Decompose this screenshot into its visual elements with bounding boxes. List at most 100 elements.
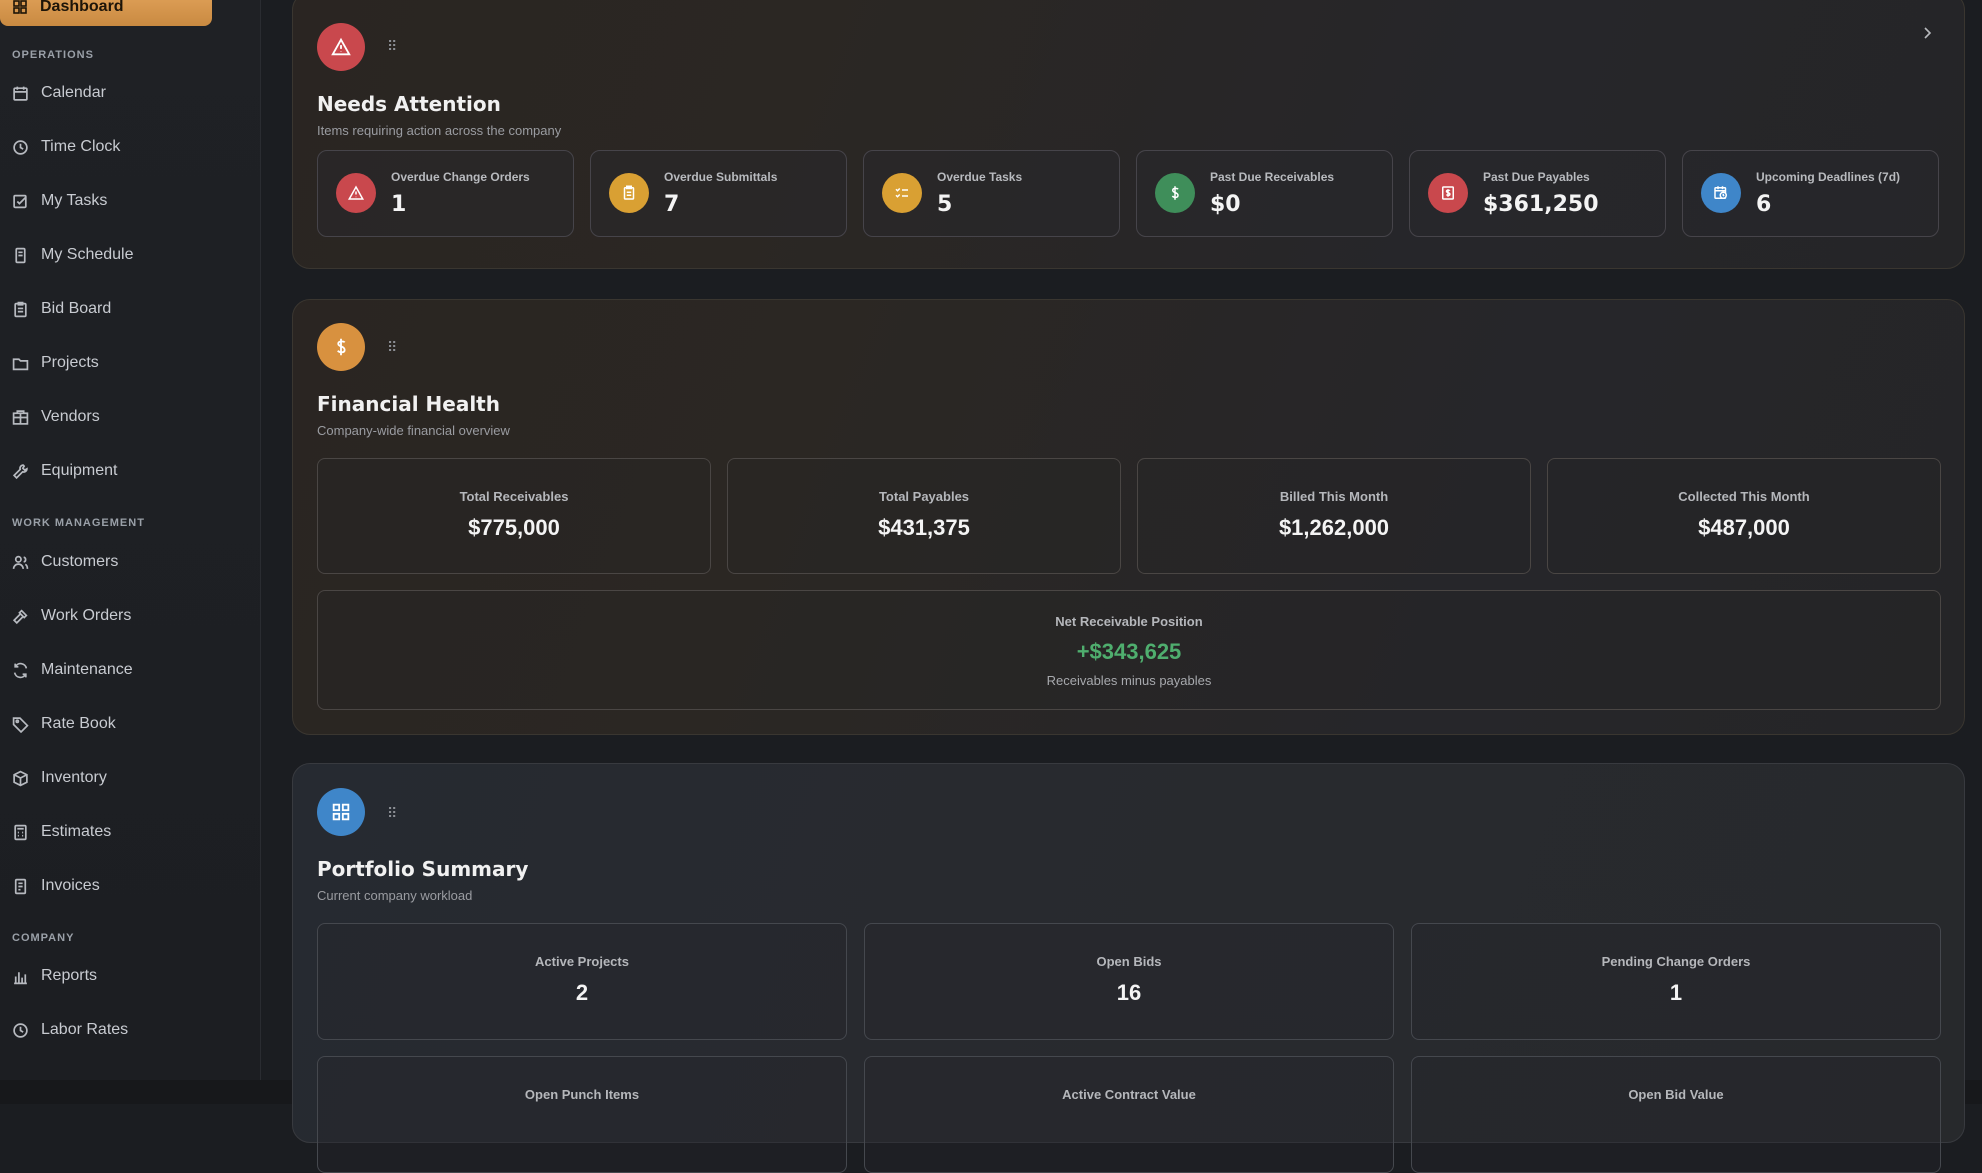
panel-title: Needs Attention xyxy=(317,92,501,116)
sidebar-item-label: Rate Book xyxy=(41,715,116,732)
card-label: Overdue Tasks xyxy=(937,170,1023,184)
card-label: Active Projects xyxy=(535,954,629,969)
upcoming-deadlines-card[interactable]: Upcoming Deadlines (7d) 6 xyxy=(1682,150,1939,237)
card-label: Past Due Receivables xyxy=(1210,170,1335,184)
sidebar-item-dashboard[interactable]: Dashboard xyxy=(0,0,212,26)
sidebar-item-my-tasks[interactable]: My Tasks xyxy=(12,190,107,212)
drag-handle-icon[interactable]: ⠿ xyxy=(387,340,397,354)
sidebar-item-inventory[interactable]: Inventory xyxy=(12,767,107,789)
past-due-payables-card[interactable]: Past Due Payables $361,250 xyxy=(1409,150,1666,237)
sidebar-item-label: Labor Rates xyxy=(41,1021,129,1038)
sidebar-item-label: Calendar xyxy=(41,84,106,101)
box-icon xyxy=(13,770,28,786)
card-value: $0 xyxy=(1210,192,1241,217)
section-label-company: COMPANY xyxy=(12,932,75,944)
pending-change-orders-card[interactable]: Pending Change Orders 1 xyxy=(1411,923,1941,1040)
sidebar-item-projects[interactable]: Projects xyxy=(12,352,99,374)
active-projects-card[interactable]: Active Projects 2 xyxy=(317,923,847,1040)
sidebar-item-vendors[interactable]: Vendors xyxy=(12,406,100,428)
sidebar-item-label: Bid Board xyxy=(41,300,112,317)
sidebar-item-my-schedule[interactable]: My Schedule xyxy=(12,244,134,266)
sidebar-item-label: Work Orders xyxy=(41,607,132,624)
warning-icon xyxy=(317,23,365,71)
card-label: Open Bids xyxy=(1096,954,1162,969)
active-contract-value-card[interactable]: Active Contract Value xyxy=(864,1056,1394,1173)
warning-icon xyxy=(336,173,376,213)
sidebar-item-label: Reports xyxy=(41,967,98,984)
sidebar-item-invoices[interactable]: Invoices xyxy=(12,875,100,897)
total-receivables-card[interactable]: Total Receivables $775,000 xyxy=(317,458,711,574)
past-due-receivables-card[interactable]: Past Due Receivables $0 xyxy=(1136,150,1393,237)
card-label: Total Receivables xyxy=(459,489,569,504)
sidebar-item-labor-rates[interactable]: Labor Rates xyxy=(12,1019,128,1041)
card-label: Overdue Submittals xyxy=(664,170,778,184)
card-value: 6 xyxy=(1756,192,1772,217)
card-value: 16 xyxy=(1116,980,1142,1005)
net-receivable-position-card[interactable]: Net Receivable Position +$343,625 Receiv… xyxy=(317,590,1941,710)
card-value: $431,375 xyxy=(878,515,970,540)
card-value: 1 xyxy=(1669,980,1683,1005)
sidebar-item-rate-book[interactable]: Rate Book xyxy=(12,713,116,735)
sidebar-item-customers[interactable]: Customers xyxy=(12,551,118,573)
dashboard-icon xyxy=(13,0,27,14)
sidebar-item-maintenance[interactable]: Maintenance xyxy=(12,659,133,681)
portfolio-summary-panel: ⠿ Portfolio Summary Current company work… xyxy=(292,763,1965,1173)
grid-icon xyxy=(317,788,365,836)
open-punch-items-card[interactable]: Open Punch Items xyxy=(317,1056,847,1173)
checkbox-icon xyxy=(13,194,27,208)
open-bids-card[interactable]: Open Bids 16 xyxy=(864,923,1394,1040)
sidebar-item-calendar[interactable]: Calendar xyxy=(12,82,106,104)
net-value: +$343,625 xyxy=(1076,639,1182,664)
sidebar-item-label: Projects xyxy=(41,354,99,371)
sidebar-item-label: Customers xyxy=(41,553,119,570)
card-value: $1,262,000 xyxy=(1278,515,1390,540)
card-label: Pending Change Orders xyxy=(1601,954,1751,969)
card-value: $361,250 xyxy=(1483,192,1599,217)
sidebar-item-label: Invoices xyxy=(41,877,100,894)
users-icon xyxy=(12,555,29,569)
card-label: Past Due Payables xyxy=(1483,170,1590,184)
panel-subtitle: Items requiring action across the compan… xyxy=(317,123,562,138)
sidebar-item-estimates[interactable]: Estimates xyxy=(12,821,111,843)
sidebar-item-label: My Schedule xyxy=(41,246,134,263)
hammer-icon xyxy=(12,608,28,624)
card-label: Collected This Month xyxy=(1678,489,1810,504)
tag-icon xyxy=(12,716,29,733)
card-label: Net Receivable Position xyxy=(1055,614,1203,629)
panel-title: Financial Health xyxy=(317,392,500,416)
sidebar-item-label: Vendors xyxy=(41,408,100,425)
section-label-operations: OPERATIONS xyxy=(12,49,94,61)
dollar-icon xyxy=(317,323,365,371)
sidebar-item-bid-board[interactable]: Bid Board xyxy=(12,298,111,320)
sidebar-item-time-clock[interactable]: Time Clock xyxy=(12,136,120,158)
sidebar-item-work-orders[interactable]: Work Orders xyxy=(12,605,131,627)
total-payables-card[interactable]: Total Payables $431,375 xyxy=(727,458,1121,574)
drag-handle-icon[interactable]: ⠿ xyxy=(387,39,397,53)
wrench-icon xyxy=(12,463,28,479)
panel-title: Portfolio Summary xyxy=(317,857,529,881)
sidebar-item-label: Time Clock xyxy=(41,138,121,155)
receipt-icon xyxy=(1428,173,1468,213)
card-value: $775,000 xyxy=(468,515,560,540)
card-label: Active Contract Value xyxy=(1062,1087,1196,1102)
sidebar-item-equipment[interactable]: Equipment xyxy=(12,460,118,482)
card-label: Total Payables xyxy=(878,489,970,504)
drag-handle-icon[interactable]: ⠿ xyxy=(387,806,397,820)
folder-icon xyxy=(12,357,29,370)
card-value: 7 xyxy=(664,192,680,217)
needs-attention-panel: ⠿ Needs Attention Items requiring action… xyxy=(292,0,1965,269)
card-label: Upcoming Deadlines (7d) xyxy=(1756,170,1901,184)
sidebar-item-label: Equipment xyxy=(41,462,118,479)
chevron-right-icon[interactable] xyxy=(1920,26,1934,40)
building-icon xyxy=(12,409,29,425)
refresh-icon xyxy=(13,662,28,678)
sidebar-item-label: Inventory xyxy=(41,769,107,786)
clock-icon xyxy=(13,139,28,155)
collected-this-month-card[interactable]: Collected This Month $487,000 xyxy=(1547,458,1941,574)
sidebar-item-reports[interactable]: Reports xyxy=(12,965,97,987)
billed-this-month-card[interactable]: Billed This Month $1,262,000 xyxy=(1137,458,1531,574)
overdue-tasks-card[interactable]: Overdue Tasks 5 xyxy=(863,150,1120,237)
overdue-submittals-card[interactable]: Overdue Submittals 7 xyxy=(590,150,847,237)
overdue-change-orders-card[interactable]: Overdue Change Orders 1 xyxy=(317,150,574,237)
open-bid-value-card[interactable]: Open Bid Value xyxy=(1411,1056,1941,1173)
